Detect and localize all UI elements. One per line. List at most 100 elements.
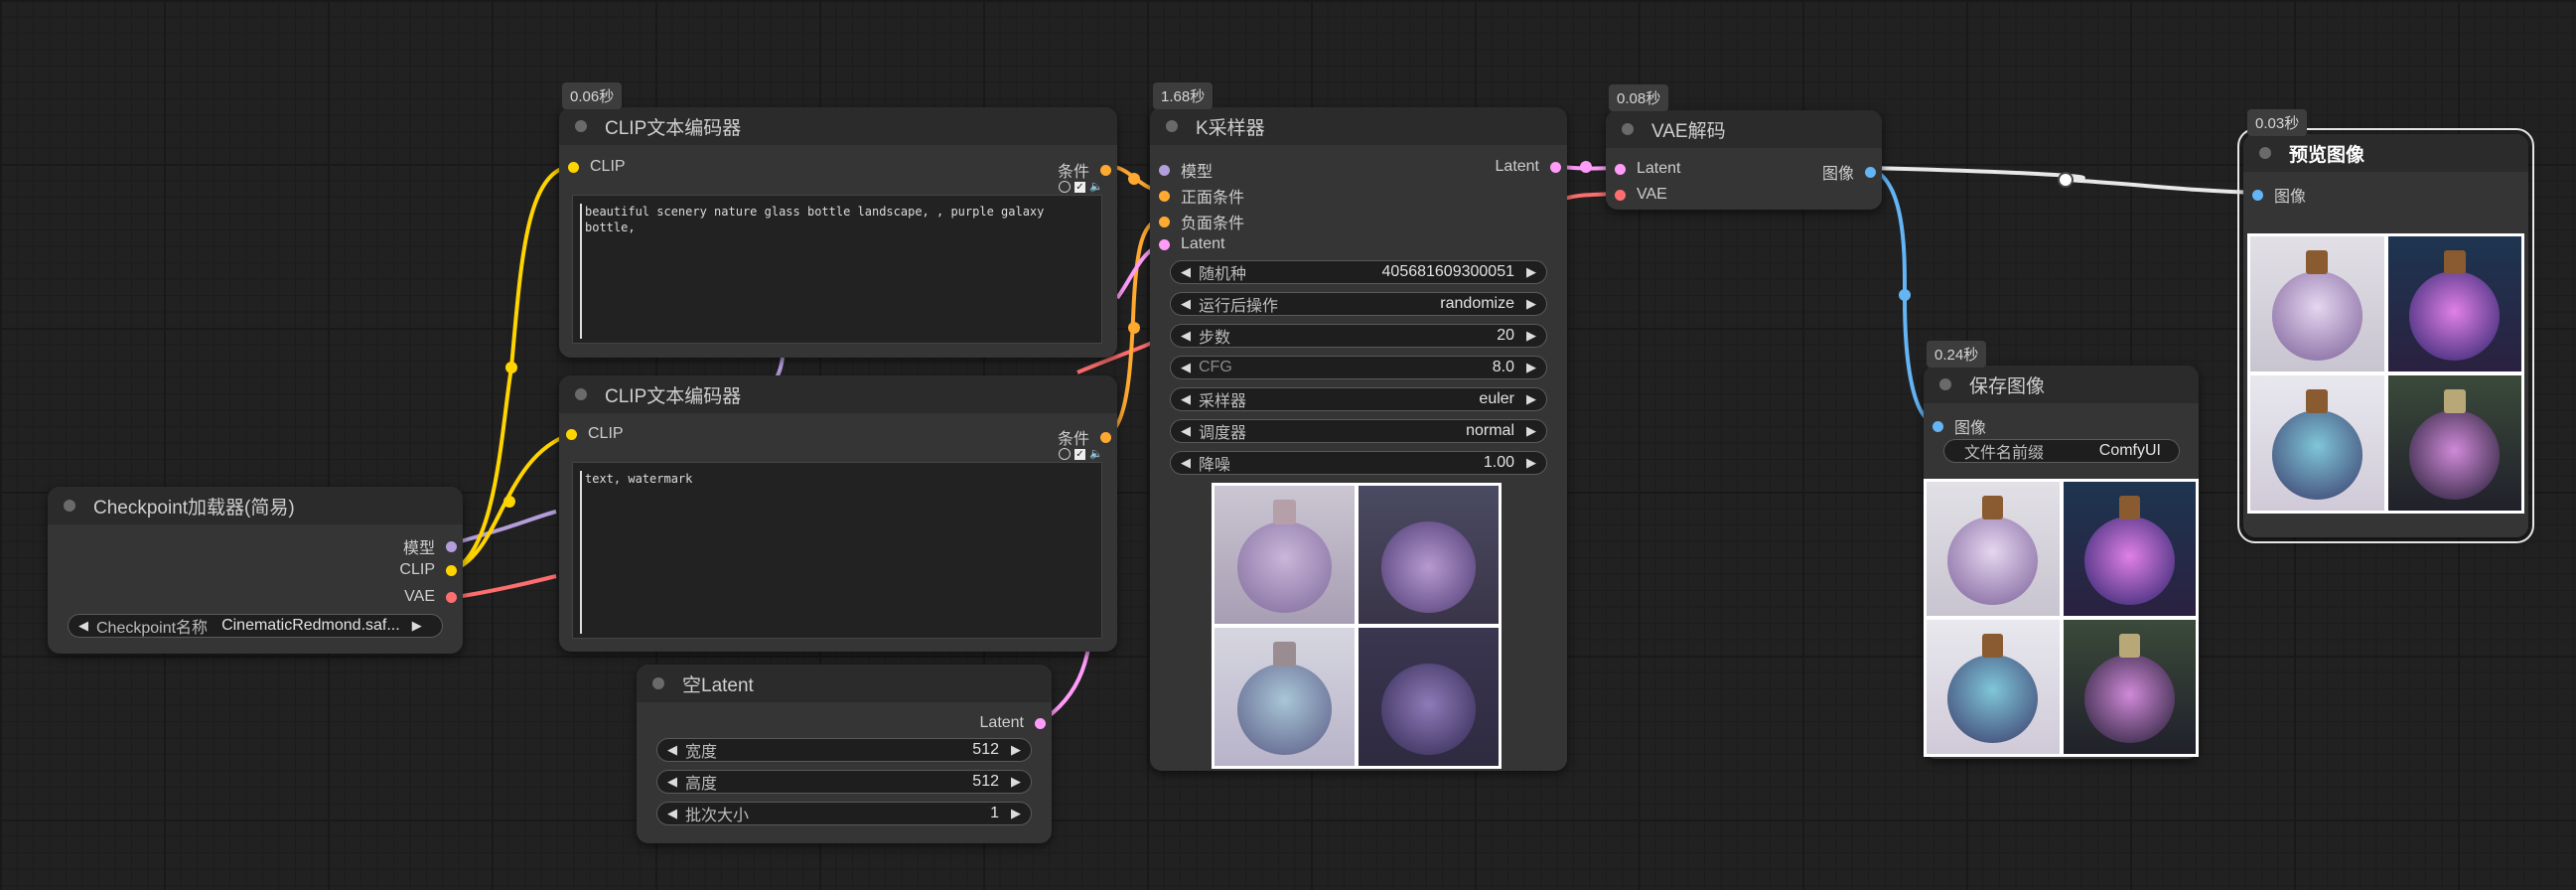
collapse-dot-icon[interactable]	[575, 388, 587, 400]
filename-prefix-text-widget[interactable]: 文件名前缀 ComfyUI	[1943, 439, 2180, 463]
preview-image-node[interactable]: 预览图像 图像	[2237, 128, 2534, 543]
input-slot-clip[interactable]: CLIP	[568, 158, 626, 176]
input-slot-positive[interactable]: 正面条件	[1159, 184, 1244, 208]
control-after-generate-combo[interactable]: ◀ 运行后操作 randomize ▶	[1170, 292, 1547, 316]
node-title-bar[interactable]: K采样器	[1150, 107, 1567, 145]
save-image-node[interactable]: 保存图像 图像 文件名前缀 ComfyUI	[1924, 366, 2199, 759]
arrow-left-icon[interactable]: ◀	[1181, 360, 1191, 375]
collapse-dot-icon[interactable]	[652, 677, 664, 689]
arrow-left-icon[interactable]: ◀	[1181, 423, 1191, 439]
collapse-dot-icon[interactable]	[1939, 378, 1951, 390]
slot-dot-model[interactable]	[446, 540, 457, 552]
arrow-right-icon[interactable]: ▶	[1526, 391, 1536, 407]
slot-dot-vae[interactable]	[1615, 189, 1626, 201]
denoise-number-widget[interactable]: ◀ 降噪 1.00 ▶	[1170, 451, 1547, 475]
cfg-number-widget[interactable]: ◀ CFG 8.0 ▶	[1170, 356, 1547, 379]
collapse-dot-icon[interactable]	[64, 500, 75, 512]
arrow-left-icon[interactable]: ◀	[667, 742, 677, 758]
slot-dot-latent[interactable]	[1159, 238, 1170, 250]
input-slot-samples[interactable]: Latent	[1615, 160, 1680, 178]
node-title-bar[interactable]: CLIP文本编码器	[559, 375, 1117, 413]
checkpoint-loader-node[interactable]: Checkpoint加载器(简易) 模型 CLIP VAE ◀ Checkpoi…	[48, 487, 463, 654]
input-slot-negative[interactable]: 负面条件	[1159, 210, 1244, 233]
slot-dot-image[interactable]	[1865, 166, 1876, 178]
arrow-left-icon[interactable]: ◀	[667, 806, 677, 821]
slot-dot-conditioning[interactable]	[1100, 431, 1111, 443]
input-slot-clip[interactable]: CLIP	[566, 425, 624, 443]
arrow-right-icon[interactable]: ▶	[1526, 360, 1536, 375]
arrow-right-icon[interactable]: ▶	[1011, 742, 1021, 758]
empty-latent-node[interactable]: 空Latent Latent ◀ 宽度 512 ▶ ◀ 高度 512 ▶ ◀ 批次大小 1 ▶	[637, 665, 1052, 843]
slot-dot-latent[interactable]	[1035, 717, 1046, 729]
arrow-left-icon[interactable]: ◀	[1181, 328, 1191, 344]
arrow-right-icon[interactable]: ▶	[1011, 806, 1021, 821]
arrow-right-icon[interactable]: ▶	[1526, 455, 1536, 471]
input-slot-latent[interactable]: Latent	[1159, 235, 1224, 253]
slot-dot-image[interactable]	[2252, 189, 2263, 201]
node-title-bar[interactable]: CLIP文本编码器	[559, 107, 1117, 145]
arrow-right-icon[interactable]: ▶	[1526, 296, 1536, 312]
arrow-left-icon[interactable]: ◀	[1181, 455, 1191, 471]
arrow-right-icon[interactable]: ▶	[1011, 774, 1021, 790]
seed-number-widget[interactable]: ◀ 随机种 405681609300051 ▶	[1170, 260, 1547, 284]
input-slot-images[interactable]: 图像	[2252, 183, 2306, 207]
sampler-name-combo[interactable]: ◀ 采样器 euler ▶	[1170, 387, 1547, 411]
node-title-bar[interactable]: VAE解码	[1606, 110, 1882, 148]
slot-dot-image[interactable]	[1932, 420, 1943, 432]
arrow-right-icon[interactable]: ▶	[1526, 328, 1536, 344]
slot-dot-conditioning[interactable]	[1100, 164, 1111, 176]
input-slot-model[interactable]: 模型	[1159, 158, 1213, 182]
arrow-right-icon[interactable]: ▶	[412, 618, 422, 634]
input-slot-vae[interactable]: VAE	[1615, 186, 1667, 204]
checkbox-icon[interactable]: ✓	[1074, 448, 1085, 460]
output-slot-clip[interactable]: CLIP	[399, 561, 457, 579]
vae-decode-node[interactable]: VAE解码 Latent VAE 图像	[1606, 110, 1882, 210]
width-number-widget[interactable]: ◀ 宽度 512 ▶	[656, 738, 1032, 762]
node-title-bar[interactable]: 空Latent	[637, 665, 1052, 702]
checkbox-icon[interactable]: ✓	[1074, 181, 1085, 193]
arrow-left-icon[interactable]: ◀	[667, 774, 677, 790]
arrow-right-icon[interactable]: ▶	[1526, 264, 1536, 280]
clip-text-encoder-negative-node[interactable]: CLIP文本编码器 CLIP 条件 ✓ 🔈 text, watermark	[559, 375, 1117, 652]
slot-dot-clip[interactable]	[568, 161, 579, 173]
slot-dot-clip[interactable]	[566, 428, 577, 440]
collapse-dot-icon[interactable]	[1166, 120, 1178, 132]
slot-dot-conditioning[interactable]	[1159, 190, 1170, 202]
prompt-textarea[interactable]: beautiful scenery nature glass bottle la…	[572, 195, 1102, 344]
slot-dot-conditioning[interactable]	[1159, 216, 1170, 227]
checkpoint-name-combo[interactable]: ◀ Checkpoint名称 CinematicRedmond.saf... ▶	[68, 614, 443, 638]
speaker-icon[interactable]: 🔈	[1089, 181, 1103, 193]
output-slot-model[interactable]: 模型	[403, 534, 457, 558]
arrow-left-icon[interactable]: ◀	[1181, 391, 1191, 407]
circle-toggle-icon[interactable]	[1059, 448, 1071, 460]
collapse-dot-icon[interactable]	[1622, 123, 1634, 135]
input-slot-images[interactable]: 图像	[1932, 414, 1986, 438]
ksampler-node[interactable]: K采样器 模型 正面条件 负面条件 Latent Latent ◀ 随机种 4056…	[1150, 107, 1567, 771]
collapse-dot-icon[interactable]	[2259, 147, 2271, 159]
output-slot-conditioning[interactable]: 条件	[1058, 425, 1111, 449]
arrow-left-icon[interactable]: ◀	[1181, 296, 1191, 312]
slot-dot-clip[interactable]	[446, 564, 457, 576]
arrow-right-icon[interactable]: ▶	[1526, 423, 1536, 439]
arrow-left-icon[interactable]: ◀	[1181, 264, 1191, 280]
prompt-textarea[interactable]: text, watermark	[572, 462, 1102, 639]
node-title-bar[interactable]: 保存图像	[1924, 366, 2199, 403]
output-slot-image[interactable]: 图像	[1822, 160, 1876, 184]
batch-size-number-widget[interactable]: ◀ 批次大小 1 ▶	[656, 802, 1032, 825]
speaker-icon[interactable]: 🔈	[1089, 448, 1103, 460]
slot-dot-vae[interactable]	[446, 591, 457, 603]
slot-dot-model[interactable]	[1159, 164, 1170, 176]
collapse-dot-icon[interactable]	[575, 120, 587, 132]
slot-dot-latent[interactable]	[1615, 163, 1626, 175]
output-slot-latent[interactable]: Latent	[1496, 158, 1561, 176]
output-slot-conditioning[interactable]: 条件	[1058, 158, 1111, 182]
height-number-widget[interactable]: ◀ 高度 512 ▶	[656, 770, 1032, 794]
clip-text-encoder-positive-node[interactable]: CLIP文本编码器 CLIP 条件 ✓ 🔈 beautiful scenery …	[559, 107, 1117, 358]
output-slot-vae[interactable]: VAE	[404, 588, 457, 606]
arrow-left-icon[interactable]: ◀	[78, 618, 88, 634]
node-title-bar[interactable]: Checkpoint加载器(简易)	[48, 487, 463, 524]
steps-number-widget[interactable]: ◀ 步数 20 ▶	[1170, 324, 1547, 348]
circle-toggle-icon[interactable]	[1059, 181, 1071, 193]
scheduler-combo[interactable]: ◀ 调度器 normal ▶	[1170, 419, 1547, 443]
node-title-bar[interactable]: 预览图像	[2243, 134, 2528, 172]
